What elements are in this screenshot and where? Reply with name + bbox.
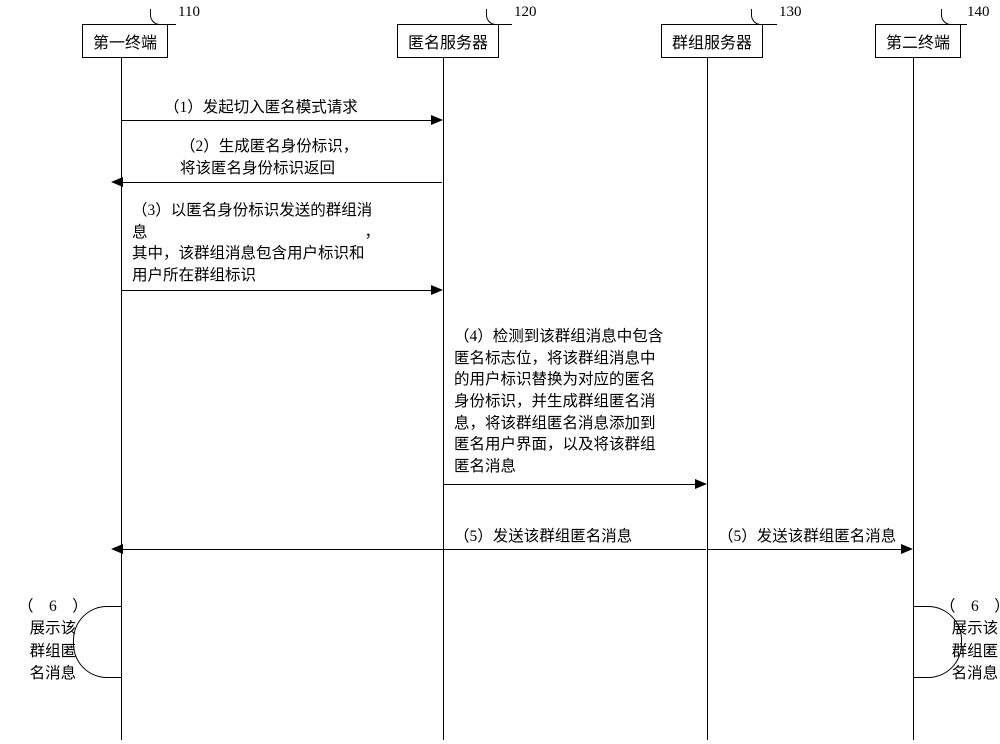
participant-terminal-1: 第一终端 xyxy=(82,24,168,58)
arrow-right-icon xyxy=(901,544,913,554)
participant-anonymous-server: 匿名服务器 xyxy=(397,24,499,58)
arrow-right-icon xyxy=(431,285,443,295)
message-2-arrow xyxy=(122,182,442,183)
message-5a-arrow xyxy=(122,549,706,550)
ref-hook-icon xyxy=(751,9,777,25)
ref-hook-icon xyxy=(150,9,176,25)
message-6a-label: （ 6 ） 展示该 群组匿 名消息 xyxy=(18,596,88,686)
message-4-label: （4）检测到该群组消息中包含 匿名标志位，将该群组消息中 的用户标识替换为对应的… xyxy=(454,326,663,478)
ref-group-server: 130 xyxy=(779,4,802,21)
message-5b-label: （5）发送该群组匿名消息 xyxy=(718,526,896,548)
message-2-label: （2）生成匿名身份标识， 将该匿名身份标识返回 xyxy=(180,136,358,179)
message-4-arrow xyxy=(444,484,696,485)
lifeline-terminal-1 xyxy=(121,54,122,740)
ref-terminal-1: 110 xyxy=(178,4,200,21)
lifeline-group-server xyxy=(707,54,708,740)
message-5b-arrow xyxy=(708,549,902,550)
message-1-arrow xyxy=(122,120,432,121)
sequence-diagram: 第一终端 110 匿名服务器 120 群组服务器 130 第二终端 140 （1… xyxy=(0,0,1000,744)
lifeline-anonymous-server xyxy=(443,54,444,740)
ref-anonymous-server: 120 xyxy=(514,4,537,21)
message-6b-label: （ 6 ） 展示该 群组匿 名消息 xyxy=(940,596,1000,686)
participant-group-server: 群组服务器 xyxy=(661,24,763,58)
message-5a-label: （5）发送该群组匿名消息 xyxy=(454,526,632,548)
arrow-right-icon xyxy=(431,115,443,125)
message-1-label: （1）发起切入匿名模式请求 xyxy=(164,97,358,119)
arrow-right-icon xyxy=(695,479,707,489)
participant-terminal-2: 第二终端 xyxy=(875,24,961,58)
arrow-left-icon xyxy=(111,177,123,187)
arrow-left-icon xyxy=(111,544,123,554)
message-3-label: （3）以匿名身份标识发送的群组消 息 ， 其中，该群组消息包含用户标识和 用户所… xyxy=(132,200,380,287)
ref-hook-icon xyxy=(486,9,512,25)
message-3-arrow xyxy=(122,290,432,291)
ref-terminal-2: 140 xyxy=(967,4,990,21)
ref-hook-icon xyxy=(941,9,967,25)
